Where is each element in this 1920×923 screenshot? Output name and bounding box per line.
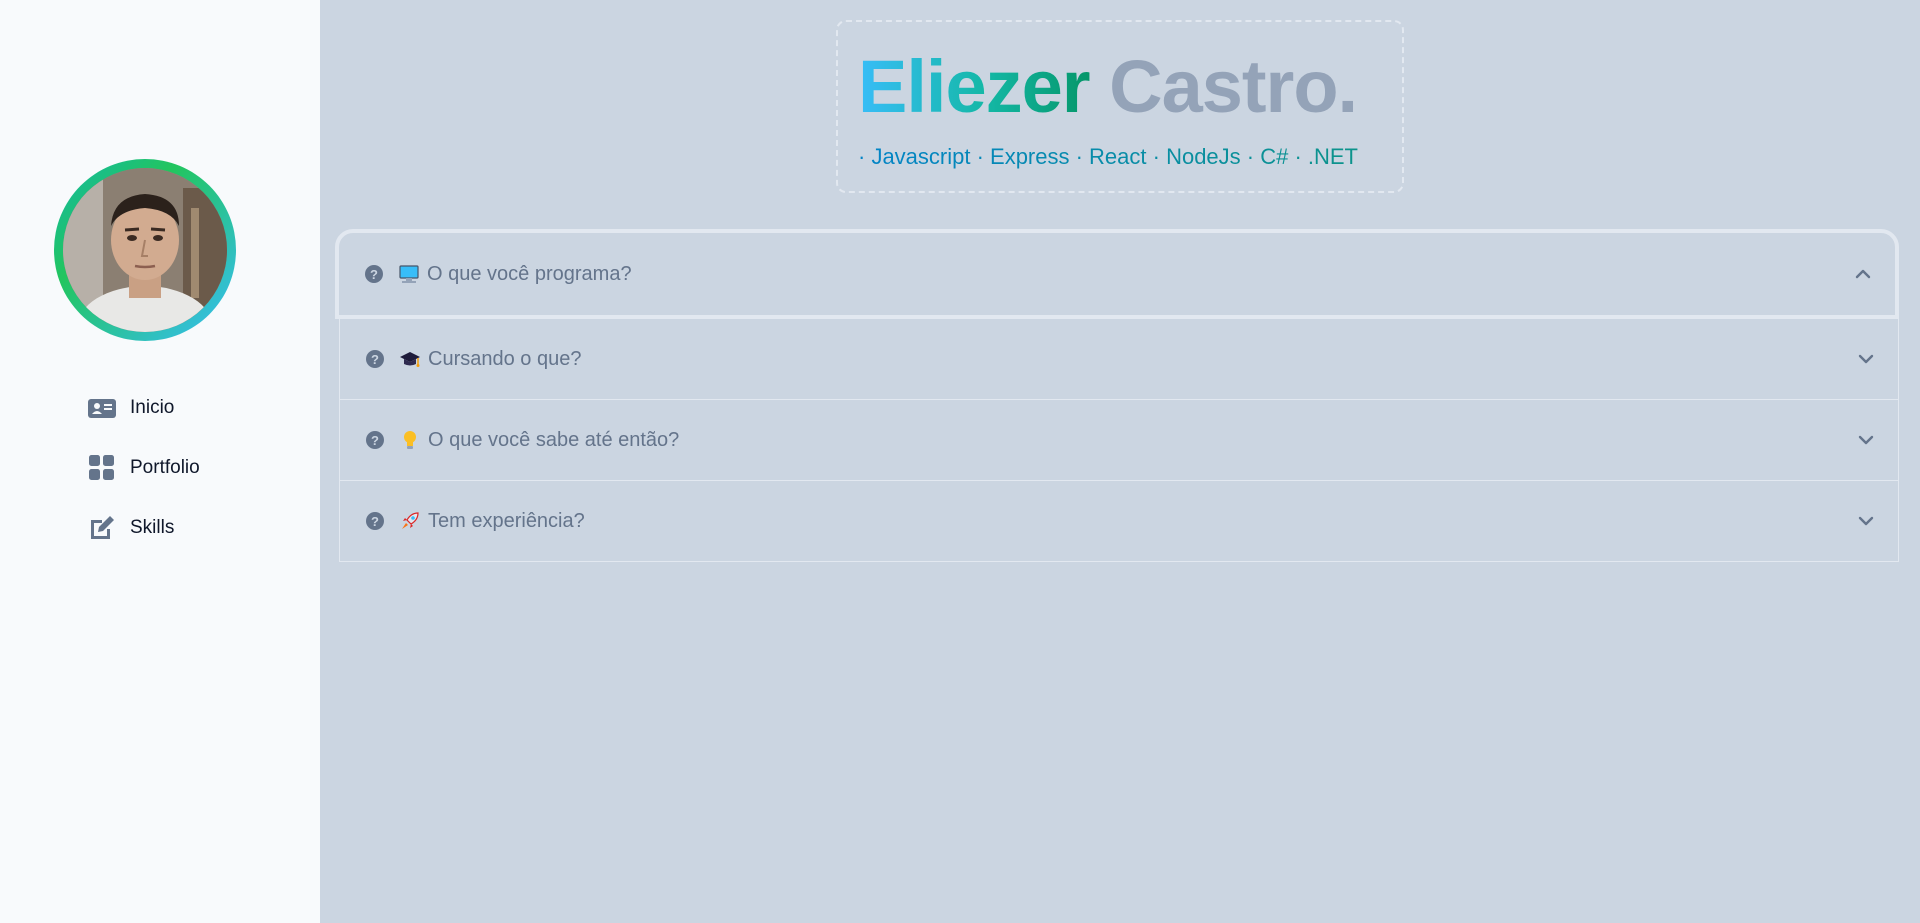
accordion-item-sabe[interactable]: ? O que você sabe até então? <box>339 400 1899 481</box>
sidebar-item-label: Portfolio <box>130 457 200 478</box>
sidebar-item-label: Inicio <box>130 397 175 418</box>
grid-icon <box>88 454 116 482</box>
sidebar-item-label: Skills <box>130 517 175 538</box>
accordion-label: O que você sabe até então? <box>428 428 680 451</box>
accordion-label: Tem experiência? <box>428 509 585 532</box>
avatar-ring <box>54 159 236 341</box>
question-circle-icon: ? <box>366 512 384 530</box>
accordion-item-experiencia[interactable]: ? Tem experiência? <box>339 481 1899 562</box>
question-circle-icon: ? <box>365 265 383 283</box>
chevron-down-icon[interactable] <box>1856 430 1876 450</box>
sidebar-item-skills[interactable]: Skills <box>88 498 200 558</box>
app: Inicio Portfolio Skills Eliezer Castro. … <box>0 0 1920 923</box>
light-bulb-icon <box>398 428 422 452</box>
sidebar-item-inicio[interactable]: Inicio <box>88 378 200 438</box>
graduation-cap-icon <box>398 347 422 371</box>
chevron-down-icon[interactable] <box>1856 349 1876 369</box>
pen-to-square-icon <box>88 514 116 542</box>
accordion-item-cursando[interactable]: ? Cursando o que? <box>339 319 1899 400</box>
last-name: Castro. <box>1109 45 1358 128</box>
main-content: Eliezer Castro. · Javascript · Express ·… <box>320 0 1920 923</box>
page-title: Eliezer Castro. <box>858 42 1382 132</box>
question-circle-icon: ? <box>366 431 384 449</box>
faq-accordion: ? O que você programa? ? Cursando o que?… <box>335 229 1899 562</box>
chevron-down-icon[interactable] <box>1856 511 1876 531</box>
name-header: Eliezer Castro. · Javascript · Express ·… <box>836 20 1404 193</box>
accordion-item-programa[interactable]: ? O que você programa? <box>335 229 1899 319</box>
chevron-up-icon[interactable] <box>1853 264 1873 284</box>
first-name: Eliezer <box>858 45 1091 128</box>
rocket-icon <box>398 509 422 533</box>
sidebar-nav: Inicio Portfolio Skills <box>88 378 200 558</box>
sidebar-item-portfolio[interactable]: Portfolio <box>88 438 200 498</box>
sidebar: Inicio Portfolio Skills <box>0 0 320 923</box>
id-card-icon <box>88 394 116 422</box>
avatar <box>63 168 227 332</box>
accordion-label: O que você programa? <box>427 262 632 285</box>
skills-subtitle: · Javascript · Express · React · NodeJs … <box>858 144 1382 170</box>
question-circle-icon: ? <box>366 350 384 368</box>
avatar-photo <box>63 168 227 332</box>
computer-icon <box>397 262 421 286</box>
accordion-label: Cursando o que? <box>428 347 582 370</box>
